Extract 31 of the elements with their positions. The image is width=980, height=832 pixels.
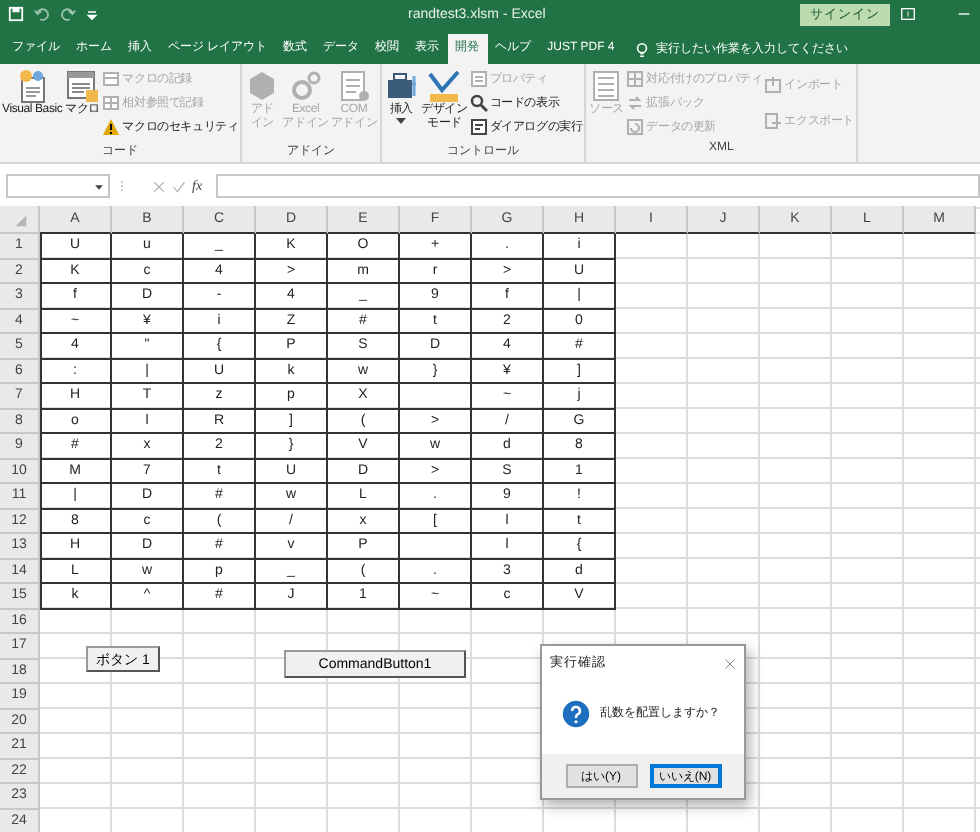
customize-icon — [86, 8, 98, 20]
enter-icon — [172, 179, 186, 193]
empty-cell — [400, 384, 472, 409]
question-icon — [562, 699, 590, 727]
export-icon — [764, 111, 783, 130]
table-icon — [102, 70, 121, 89]
grip-icon — [116, 180, 128, 192]
list-icon — [469, 70, 488, 89]
caret-icon — [94, 181, 104, 191]
redo-icon — [60, 6, 76, 22]
table-icon — [626, 70, 645, 89]
name-box[interactable] — [6, 174, 110, 198]
close-icon — [724, 657, 736, 669]
formula-field[interactable] — [216, 174, 980, 198]
grid-icon — [102, 93, 121, 112]
magnifier-icon — [469, 93, 488, 112]
window-icon — [469, 117, 488, 136]
arrows-icon — [626, 93, 645, 112]
ribbon-display-icon — [900, 6, 916, 22]
undo-icon — [34, 6, 50, 22]
warning-icon — [102, 117, 121, 136]
empty-cell — [400, 534, 472, 559]
lightbulb-icon — [634, 41, 651, 57]
ruler-icon — [426, 68, 463, 104]
refresh-icon — [626, 117, 645, 136]
import-icon — [764, 76, 783, 95]
gear-icon — [287, 68, 324, 104]
toolbox-icon — [383, 68, 420, 104]
select-all-icon — [11, 211, 27, 227]
save-icon — [8, 6, 24, 22]
cancel-icon — [152, 179, 166, 193]
